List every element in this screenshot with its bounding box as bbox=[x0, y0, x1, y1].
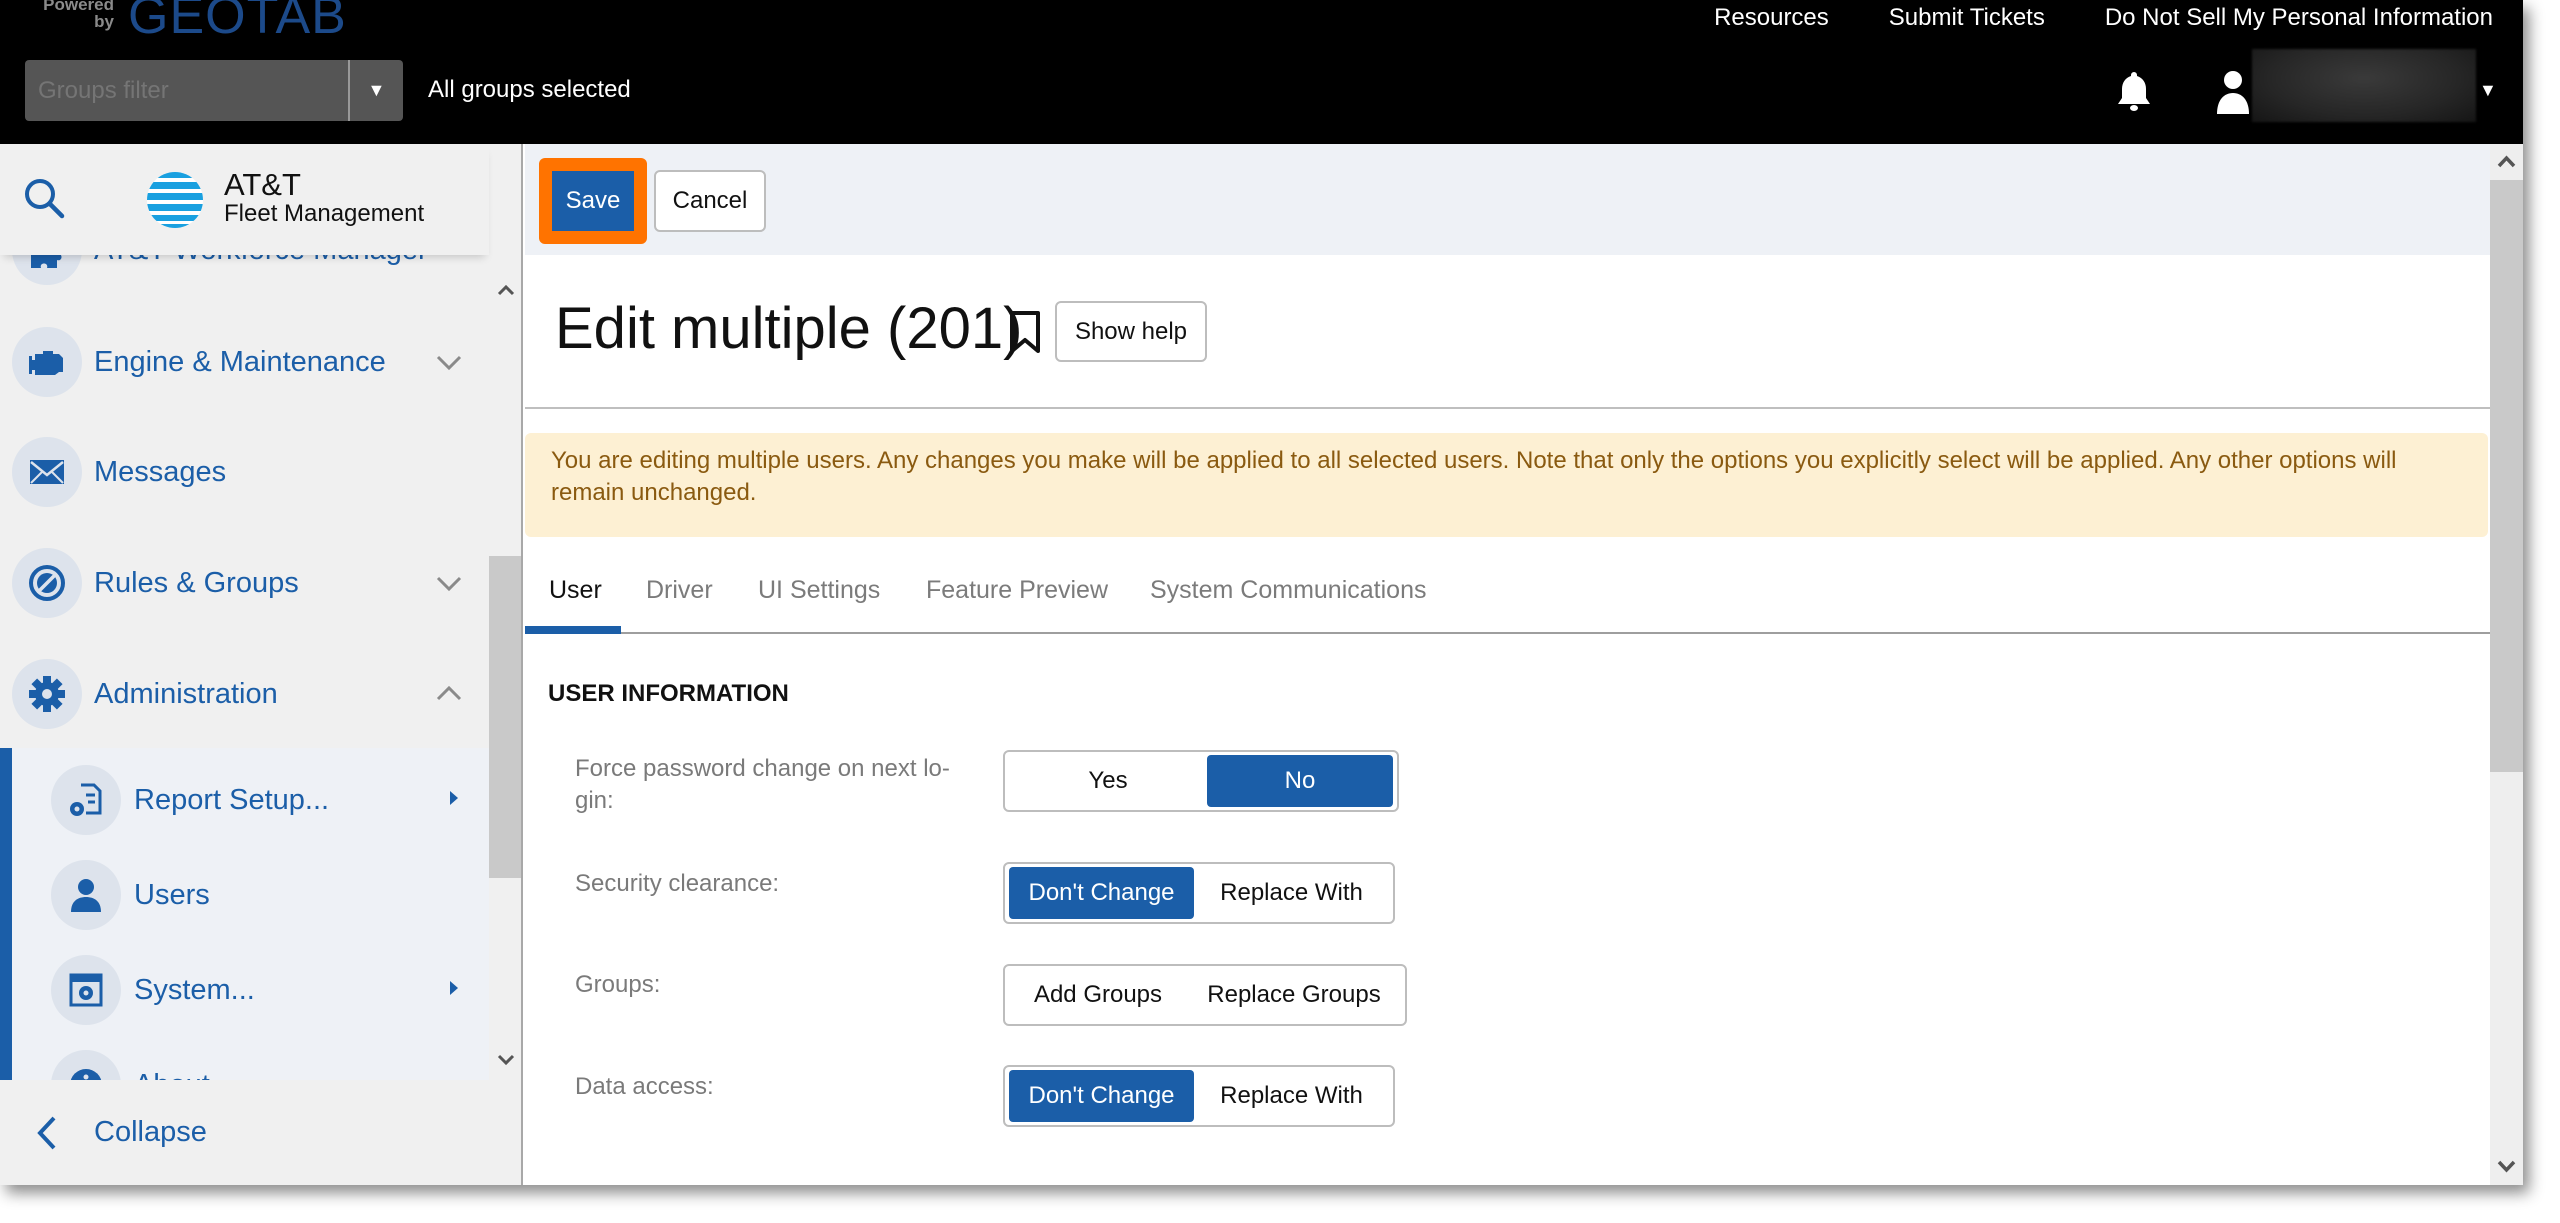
add-groups-option[interactable]: Add Groups bbox=[1009, 969, 1187, 1021]
powered-by-label: Powered by bbox=[43, 0, 114, 31]
bookmark-icon[interactable] bbox=[1007, 310, 1043, 354]
user-menu-caret-icon[interactable]: ▼ bbox=[2479, 80, 2497, 101]
force-password-yes-option[interactable]: Yes bbox=[1009, 755, 1207, 807]
submenu-arrow-icon bbox=[450, 791, 458, 805]
sidebar-subitem-report-setup[interactable]: Report Setup... bbox=[0, 753, 489, 847]
sidebar-subitem-label: Report Setup... bbox=[134, 784, 330, 816]
tab-feature-preview[interactable]: Feature Preview bbox=[926, 564, 1108, 632]
chevron-down-icon[interactable] bbox=[432, 345, 466, 379]
rules-icon bbox=[12, 548, 82, 618]
engine-icon bbox=[12, 327, 82, 397]
do-not-sell-link[interactable]: Do Not Sell My Personal Information bbox=[2105, 2, 2493, 34]
user-avatar-icon[interactable] bbox=[2216, 70, 2250, 114]
divider bbox=[525, 407, 2490, 409]
search-icon[interactable] bbox=[22, 176, 66, 220]
att-globe-icon bbox=[147, 172, 203, 228]
sidebar-collapse-button[interactable]: Collapse bbox=[0, 1080, 521, 1185]
report-setup-icon bbox=[51, 765, 121, 835]
sidebar-item-engine-maintenance[interactable]: Engine & Maintenance bbox=[0, 310, 489, 414]
sidebar-subitem-users[interactable]: Users bbox=[0, 848, 489, 942]
sidebar-subitem-system[interactable]: System... bbox=[0, 943, 489, 1037]
force-password-label: Force password change on next lo-gin: bbox=[575, 755, 950, 814]
sidebar-header: AT&T Fleet Management bbox=[0, 144, 489, 255]
data-access-toggle: Don't Change Replace With bbox=[1003, 1065, 1395, 1127]
sidebar-item-rules-groups[interactable]: Rules & Groups bbox=[0, 531, 489, 635]
top-links: Resources Submit Tickets Do Not Sell My … bbox=[1714, 2, 2493, 34]
data-access-replace-with-option[interactable]: Replace With bbox=[1194, 1070, 1389, 1122]
chevron-left-icon bbox=[37, 1116, 56, 1150]
groups-filter-dropdown-button[interactable]: ▼ bbox=[350, 60, 403, 121]
notification-bell-icon[interactable] bbox=[2116, 70, 2152, 114]
top-bar: Powered by GEOTAB Resources Submit Ticke… bbox=[0, 0, 2523, 144]
multi-edit-warning: You are editing multiple users. Any chan… bbox=[525, 433, 2488, 537]
action-bar: Save Cancel bbox=[525, 144, 2490, 255]
tab-ui-settings[interactable]: UI Settings bbox=[758, 564, 880, 632]
att-title: AT&T bbox=[224, 167, 301, 202]
sidebar-item-label: Rules & Groups bbox=[94, 567, 299, 599]
att-subtitle: Fleet Management bbox=[224, 200, 425, 227]
geotab-wordmark: GEOTAB bbox=[128, 0, 347, 45]
groups-filter[interactable]: ▼ bbox=[25, 60, 403, 121]
main-content: Save Cancel Edit multiple (201) Show hel… bbox=[525, 144, 2490, 1185]
sidebar-item-label: Administration bbox=[94, 678, 278, 710]
data-access-label: Data access: bbox=[575, 1073, 714, 1100]
app-window: Powered by GEOTAB Resources Submit Ticke… bbox=[0, 0, 2523, 1185]
scroll-up-icon[interactable] bbox=[489, 275, 523, 305]
submit-tickets-link[interactable]: Submit Tickets bbox=[1889, 2, 2045, 34]
groups-toggle: Add Groups Replace Groups bbox=[1003, 964, 1407, 1026]
submenu-arrow-icon bbox=[450, 981, 458, 995]
chevron-down-icon[interactable] bbox=[432, 566, 466, 600]
security-clearance-replace-with-option[interactable]: Replace With bbox=[1194, 867, 1389, 919]
security-clearance-toggle: Don't Change Replace With bbox=[1003, 862, 1395, 924]
envelope-icon bbox=[12, 437, 82, 507]
active-tab-indicator bbox=[525, 626, 621, 634]
caret-down-icon: ▼ bbox=[367, 80, 386, 100]
main-scrollbar[interactable] bbox=[2490, 144, 2523, 1185]
show-help-button[interactable]: Show help bbox=[1055, 301, 1207, 362]
scroll-up-icon[interactable] bbox=[2490, 148, 2523, 176]
page-title: Edit multiple (201) bbox=[555, 296, 1023, 361]
sidebar-subitem-label: System... bbox=[134, 974, 255, 1006]
chevron-up-icon[interactable] bbox=[432, 677, 466, 711]
sidebar-item-administration[interactable]: Administration bbox=[0, 642, 489, 746]
system-icon bbox=[51, 955, 121, 1025]
tab-bar: User Driver UI Settings Feature Preview … bbox=[525, 564, 2490, 634]
administration-submenu: Report Setup... Users System... bbox=[0, 748, 489, 1120]
save-button[interactable]: Save bbox=[552, 171, 634, 231]
geotab-logo: Powered by GEOTAB bbox=[28, 0, 347, 45]
cancel-button[interactable]: Cancel bbox=[654, 170, 766, 232]
security-clearance-dont-change-option[interactable]: Don't Change bbox=[1009, 867, 1195, 919]
tab-user[interactable]: User bbox=[549, 564, 602, 632]
scroll-down-icon[interactable] bbox=[2490, 1152, 2523, 1180]
collapse-label: Collapse bbox=[94, 1116, 207, 1148]
force-password-toggle: Yes No bbox=[1003, 750, 1399, 812]
groups-filter-input[interactable] bbox=[25, 60, 348, 121]
sidebar-item-label: Messages bbox=[94, 456, 227, 488]
sidebar-item-messages[interactable]: Messages bbox=[0, 420, 489, 524]
replace-groups-option[interactable]: Replace Groups bbox=[1187, 969, 1401, 1021]
sidebar: AT&T Fleet Management AT&T Workforce Man… bbox=[0, 144, 523, 1185]
groups-status-text: All groups selected bbox=[428, 76, 631, 103]
sidebar-scrollbar-thumb[interactable] bbox=[489, 556, 521, 878]
sidebar-scrollbar[interactable] bbox=[489, 255, 523, 1081]
force-password-no-option[interactable]: No bbox=[1207, 755, 1393, 807]
main-scrollbar-thumb[interactable] bbox=[2490, 180, 2523, 772]
section-title: USER INFORMATION bbox=[548, 680, 789, 707]
tab-driver[interactable]: Driver bbox=[646, 564, 713, 632]
resources-link[interactable]: Resources bbox=[1714, 2, 1829, 34]
tab-system-communications[interactable]: System Communications bbox=[1150, 564, 1426, 632]
sidebar-item-label: Engine & Maintenance bbox=[94, 346, 386, 378]
sidebar-subitem-label: Users bbox=[134, 879, 210, 911]
user-name-redacted[interactable] bbox=[2252, 49, 2476, 122]
groups-label: Groups: bbox=[575, 971, 661, 998]
data-access-dont-change-option[interactable]: Don't Change bbox=[1009, 1070, 1195, 1122]
scroll-down-icon[interactable] bbox=[489, 1045, 523, 1075]
gear-icon bbox=[12, 659, 82, 729]
security-clearance-label: Security clearance: bbox=[575, 870, 780, 897]
user-icon bbox=[51, 860, 121, 930]
